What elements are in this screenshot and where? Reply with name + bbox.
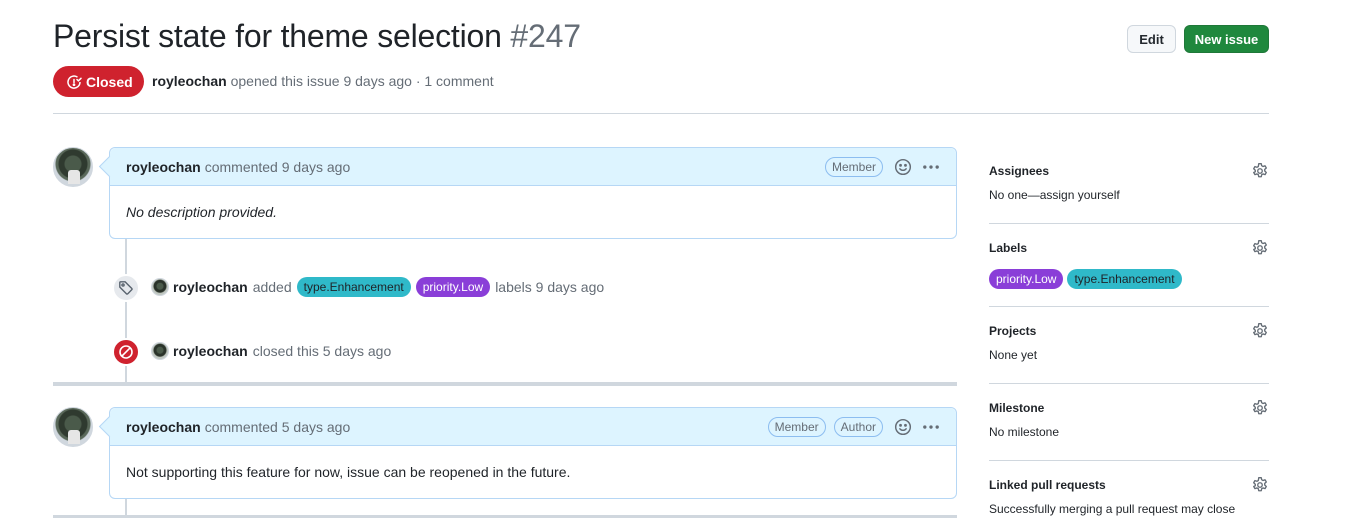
smiley-icon xyxy=(894,158,912,176)
issue-state-badge: Closed xyxy=(53,66,144,97)
sidebar-divider xyxy=(989,223,1269,224)
add-reaction-button[interactable] xyxy=(894,158,912,176)
sidebar-divider xyxy=(989,460,1269,461)
event-verb: added xyxy=(252,279,292,295)
milestone-value: No milestone xyxy=(989,425,1060,439)
gear-icon[interactable] xyxy=(1251,322,1269,340)
linked-prs-value: Successfully merging a pull request may … xyxy=(989,502,1236,516)
assignees-heading: Assignees xyxy=(989,164,1050,178)
sidebar-assignees: Assignees No one—assign yourself xyxy=(989,162,1269,202)
comment-body: No description provided. xyxy=(126,204,277,220)
tag-icon xyxy=(119,281,133,295)
event-actor-link[interactable]: royleochan xyxy=(173,279,248,295)
member-badge: Member xyxy=(767,417,826,437)
label-priority-low[interactable]: priority.Low xyxy=(989,269,1064,289)
edit-button[interactable]: Edit xyxy=(1127,25,1176,53)
labels-heading: Labels xyxy=(989,241,1028,255)
labels-list: priority.Low type.Enhancement xyxy=(989,269,1269,289)
issue-state-label: Closed xyxy=(86,73,133,90)
comment-2: royleochan commented 5 days ago Member A… xyxy=(109,407,957,499)
event-actor-link[interactable]: royleochan xyxy=(173,343,248,359)
linked-prs-heading: Linked pull requests xyxy=(989,478,1106,492)
timeline-divider xyxy=(53,382,957,386)
comment-1: royleochan commented 9 days ago Member N… xyxy=(109,147,957,239)
new-issue-button[interactable]: New issue xyxy=(1184,25,1269,53)
sidebar-linked-prs: Linked pull requests Successfully mergin… xyxy=(989,476,1269,516)
avatar[interactable] xyxy=(53,147,93,187)
issue-title-text: Persist state for theme selection xyxy=(53,18,502,54)
closed-event-description: closed this 5 days ago xyxy=(252,343,392,359)
kebab-horizontal-icon xyxy=(923,165,939,169)
issue-author-link[interactable]: royleochan xyxy=(152,73,227,89)
sidebar-divider xyxy=(989,383,1269,384)
avatar[interactable] xyxy=(53,407,93,447)
comment-actions: Member Author xyxy=(760,408,940,446)
label-priority-low[interactable]: priority.Low xyxy=(415,277,491,297)
comment-more-button[interactable] xyxy=(922,158,940,176)
labeled-event-text: royleochan added type.Enhancement priori… xyxy=(173,277,604,297)
label-type-enhancement[interactable]: type.Enhancement xyxy=(296,277,411,297)
projects-value: None yet xyxy=(989,348,1038,362)
milestone-heading: Milestone xyxy=(989,401,1045,415)
add-reaction-button[interactable] xyxy=(894,418,912,436)
label-type-enhancement[interactable]: type.Enhancement xyxy=(1067,269,1182,289)
comment-header: royleochan commented 5 days ago Member A… xyxy=(110,408,956,446)
header-divider xyxy=(53,113,1269,114)
comment-body: Not supporting this feature for now, iss… xyxy=(126,464,571,480)
event-suffix: labels 9 days ago xyxy=(495,279,605,295)
sidebar-milestone: Milestone No milestone xyxy=(989,399,1269,439)
comment-author-link[interactable]: royleochan xyxy=(126,159,201,175)
gear-icon[interactable] xyxy=(1251,162,1269,180)
comment-more-button[interactable] xyxy=(922,418,940,436)
comment-author-link[interactable]: royleochan xyxy=(126,419,201,435)
member-badge: Member xyxy=(824,157,883,177)
smiley-icon xyxy=(894,418,912,436)
issue-opened-text: opened this issue 9 days ago · 1 comment xyxy=(230,73,494,89)
sidebar-projects: Projects None yet xyxy=(989,322,1269,362)
gear-icon[interactable] xyxy=(1251,476,1269,494)
issue-title: Persist state for theme selection #247 xyxy=(53,18,581,55)
comment-timestamp[interactable]: commented 9 days ago xyxy=(205,159,351,175)
issue-meta: royleochan opened this issue 9 days ago … xyxy=(152,73,494,89)
sidebar-labels: Labels priority.Low type.Enhancement xyxy=(989,239,1269,289)
author-badge: Author xyxy=(833,417,883,437)
closed-event-badge xyxy=(112,338,140,366)
comment-header: royleochan commented 9 days ago Member xyxy=(110,148,956,186)
avatar[interactable] xyxy=(151,278,169,296)
circle-slash-icon xyxy=(119,345,133,359)
comment-actions: Member xyxy=(817,148,940,186)
closed-event-text: royleochan closed this 5 days ago xyxy=(173,341,391,361)
issue-closed-icon xyxy=(67,74,82,89)
sidebar-divider xyxy=(989,306,1269,307)
projects-heading: Projects xyxy=(989,324,1037,338)
issue-number: #247 xyxy=(510,18,581,54)
comment-timestamp[interactable]: commented 5 days ago xyxy=(205,419,351,435)
kebab-horizontal-icon xyxy=(923,425,939,429)
gear-icon[interactable] xyxy=(1251,399,1269,417)
gear-icon[interactable] xyxy=(1251,239,1269,257)
labeled-event-badge xyxy=(112,274,140,302)
assignees-value[interactable]: No one—assign yourself xyxy=(989,188,1269,202)
timeline-line-bottom xyxy=(125,498,127,515)
avatar[interactable] xyxy=(151,342,169,360)
